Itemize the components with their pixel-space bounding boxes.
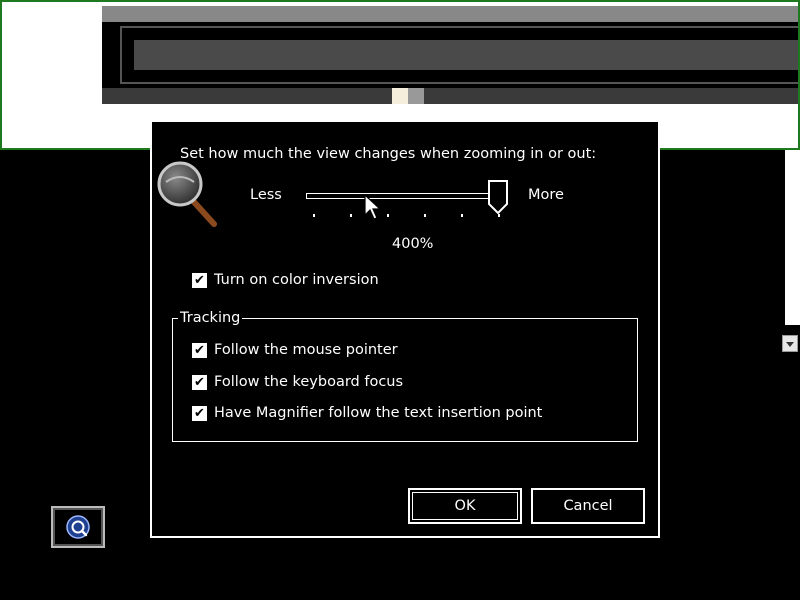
checkmark-icon: ✔ bbox=[194, 375, 205, 390]
ok-button[interactable]: OK bbox=[408, 488, 522, 524]
follow-keyboard-focus-label: Follow the keyboard focus bbox=[214, 374, 404, 390]
magnifier-taskbar-icon bbox=[66, 515, 90, 539]
slider-max-label: More bbox=[528, 187, 564, 203]
scroll-down-button[interactable] bbox=[782, 335, 798, 352]
slider-tick bbox=[313, 214, 315, 217]
scroll-down-arrow-icon bbox=[786, 342, 794, 347]
follow-text-insertion-label: Have Magnifier follow the text insertion… bbox=[214, 405, 543, 421]
cancel-button[interactable]: Cancel bbox=[531, 488, 645, 524]
zoom-slider-track[interactable] bbox=[306, 193, 500, 199]
color-inversion-checkbox[interactable]: ✔ bbox=[192, 273, 207, 288]
checkmark-icon: ✔ bbox=[194, 406, 205, 421]
slider-tick bbox=[350, 214, 352, 217]
mouse-pointer-icon bbox=[364, 194, 382, 220]
slider-tick bbox=[498, 214, 500, 217]
follow-mouse-checkbox[interactable]: ✔ bbox=[192, 343, 207, 358]
lens-pointer-shadow bbox=[408, 88, 424, 104]
color-inversion-label: Turn on color inversion bbox=[214, 272, 379, 288]
tracking-legend: Tracking bbox=[178, 310, 243, 326]
slider-tick bbox=[387, 214, 389, 217]
lens-inner-bar bbox=[134, 40, 798, 70]
magnifier-icon bbox=[157, 161, 217, 227]
follow-keyboard-focus-checkbox[interactable]: ✔ bbox=[192, 375, 207, 390]
slider-min-label: Less bbox=[250, 187, 282, 203]
slider-tick bbox=[461, 214, 463, 217]
background-window-edge bbox=[785, 150, 800, 325]
follow-text-insertion-checkbox[interactable]: ✔ bbox=[192, 406, 207, 421]
checkmark-icon: ✔ bbox=[194, 343, 205, 358]
lens-pointer-highlight bbox=[392, 88, 408, 104]
checkmark-icon: ✔ bbox=[194, 273, 205, 288]
zoom-description: Set how much the view changes when zoomi… bbox=[180, 146, 597, 162]
magnifier-options-dialog: Set how much the view changes when zoomi… bbox=[150, 120, 660, 538]
lens-lower-bar bbox=[102, 88, 798, 104]
zoom-slider-thumb[interactable] bbox=[488, 180, 508, 214]
magnifier-taskbar-button[interactable] bbox=[51, 506, 105, 548]
slider-tick bbox=[424, 214, 426, 217]
zoom-value-text: 400% bbox=[392, 236, 434, 252]
follow-mouse-label: Follow the mouse pointer bbox=[214, 342, 398, 358]
